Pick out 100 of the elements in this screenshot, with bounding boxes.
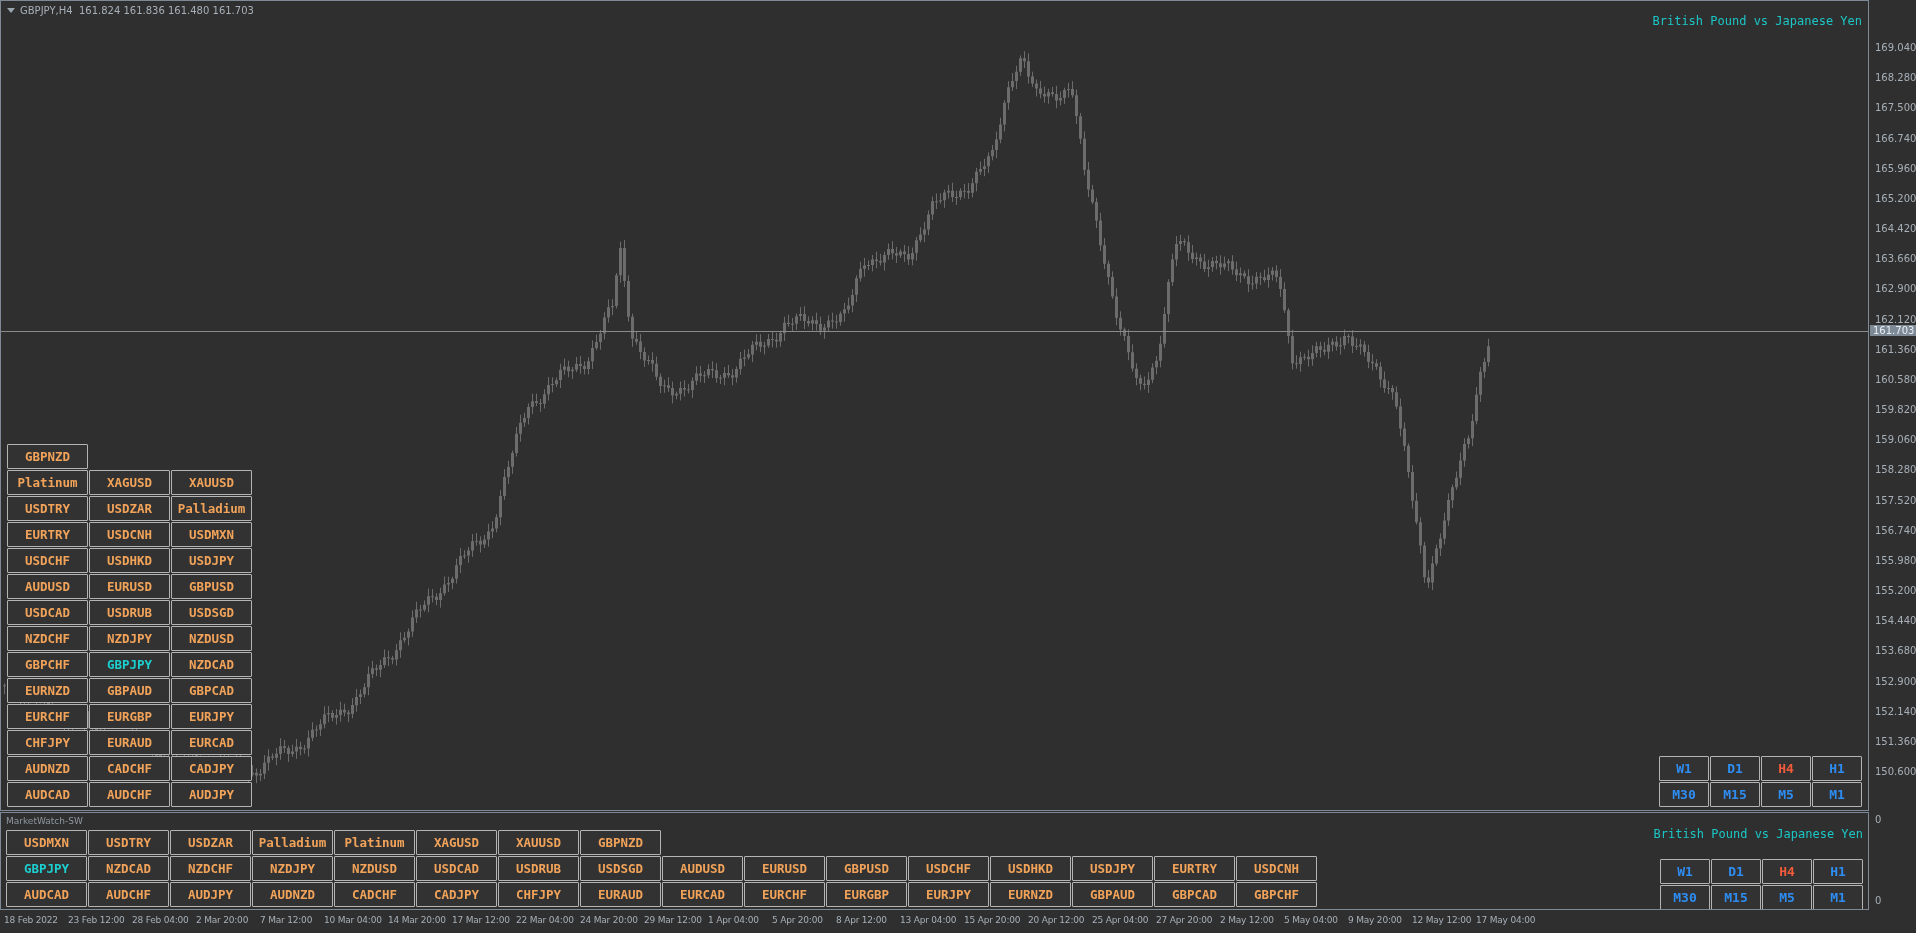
symbol-button[interactable]: USDZAR bbox=[89, 496, 170, 521]
dropdown-icon[interactable] bbox=[7, 8, 15, 13]
symbol-button[interactable]: Platinum bbox=[334, 830, 415, 855]
symbol-button[interactable]: CADCHF bbox=[89, 756, 170, 781]
symbol-button[interactable]: CADCHF bbox=[334, 882, 415, 907]
symbol-button[interactable]: XAUUSD bbox=[171, 470, 252, 495]
symbol-button[interactable]: GBPUSD bbox=[826, 856, 907, 881]
timeframe-button[interactable]: M5 bbox=[1761, 782, 1811, 807]
symbol-button[interactable]: GBPNZD bbox=[7, 444, 88, 469]
timeframe-button[interactable]: M30 bbox=[1660, 885, 1710, 909]
symbol-button[interactable]: Palladium bbox=[252, 830, 333, 855]
symbol-button[interactable]: AUDCAD bbox=[7, 782, 88, 807]
timeframe-button[interactable]: M15 bbox=[1710, 782, 1760, 807]
symbol-button[interactable]: AUDNZD bbox=[7, 756, 88, 781]
symbol-button[interactable]: GBPCHF bbox=[7, 652, 88, 677]
symbol-button[interactable]: AUDUSD bbox=[662, 856, 743, 881]
timeframe-button[interactable]: M5 bbox=[1762, 885, 1812, 909]
symbol-button[interactable]: GBPAUD bbox=[1072, 882, 1153, 907]
symbol-button[interactable]: GBPCAD bbox=[171, 678, 252, 703]
timeframe-button[interactable]: D1 bbox=[1710, 756, 1760, 781]
timeframe-button[interactable]: H4 bbox=[1761, 756, 1811, 781]
symbol-button[interactable]: NZDCHF bbox=[170, 856, 251, 881]
symbol-button[interactable]: XAGUSD bbox=[89, 470, 170, 495]
symbol-button[interactable]: EURCAD bbox=[662, 882, 743, 907]
symbol-button[interactable]: CADJPY bbox=[416, 882, 497, 907]
symbol-button[interactable]: USDCNH bbox=[89, 522, 170, 547]
symbol-button[interactable]: NZDCHF bbox=[7, 626, 88, 651]
symbol-button[interactable]: EURJPY bbox=[171, 704, 252, 729]
timeframe-button[interactable]: W1 bbox=[1659, 756, 1709, 781]
symbol-button[interactable]: USDCHF bbox=[7, 548, 88, 573]
symbol-button[interactable]: CADJPY bbox=[171, 756, 252, 781]
symbol-button[interactable]: USDJPY bbox=[1072, 856, 1153, 881]
timeframe-button[interactable]: H4 bbox=[1762, 859, 1812, 884]
symbol-button[interactable]: CHFJPY bbox=[498, 882, 579, 907]
symbol-button[interactable]: EURJPY bbox=[908, 882, 989, 907]
symbol-button[interactable]: GBPNZD bbox=[580, 830, 661, 855]
symbol-button[interactable]: USDRUB bbox=[89, 600, 170, 625]
symbol-button[interactable]: AUDNZD bbox=[252, 882, 333, 907]
symbol-button[interactable]: AUDJPY bbox=[171, 782, 252, 807]
symbol-button[interactable]: EURUSD bbox=[89, 574, 170, 599]
symbol-button[interactable]: USDMXN bbox=[171, 522, 252, 547]
symbol-button[interactable]: USDSGD bbox=[580, 856, 661, 881]
symbol-button[interactable]: EURGBP bbox=[826, 882, 907, 907]
symbol-button[interactable]: NZDJPY bbox=[89, 626, 170, 651]
symbol-button[interactable]: AUDCHF bbox=[88, 882, 169, 907]
symbol-button[interactable]: Platinum bbox=[7, 470, 88, 495]
symbol-button[interactable]: USDHKD bbox=[990, 856, 1071, 881]
symbol-button[interactable]: CHFJPY bbox=[7, 730, 88, 755]
symbol-button[interactable]: AUDCHF bbox=[89, 782, 170, 807]
symbol-button[interactable]: USDTRY bbox=[7, 496, 88, 521]
symbol-button[interactable]: AUDJPY bbox=[170, 882, 251, 907]
symbol-button[interactable]: NZDJPY bbox=[252, 856, 333, 881]
time-label: 15 Apr 20:00 bbox=[964, 914, 1022, 927]
symbol-button[interactable]: NZDUSD bbox=[334, 856, 415, 881]
symbol-button[interactable]: XAGUSD bbox=[416, 830, 497, 855]
symbol-button[interactable]: XAUUSD bbox=[498, 830, 579, 855]
timeframe-button[interactable]: W1 bbox=[1660, 859, 1710, 884]
symbol-button[interactable]: USDZAR bbox=[170, 830, 251, 855]
symbol-button[interactable]: GBPUSD bbox=[171, 574, 252, 599]
timeframe-button[interactable]: M1 bbox=[1812, 782, 1862, 807]
symbol-button[interactable]: GBPJPY bbox=[89, 652, 170, 677]
symbol-button[interactable]: EURCHF bbox=[744, 882, 825, 907]
axis-label: 0 bbox=[1874, 814, 1883, 825]
symbol-button[interactable]: NZDCAD bbox=[88, 856, 169, 881]
symbol-button[interactable]: AUDCAD bbox=[6, 882, 87, 907]
symbol-button[interactable]: EURCAD bbox=[171, 730, 252, 755]
symbol-button[interactable]: GBPCHF bbox=[1236, 882, 1317, 907]
symbol-button[interactable]: Palladium bbox=[171, 496, 252, 521]
symbol-button[interactable]: NZDUSD bbox=[171, 626, 252, 651]
symbol-button[interactable]: EURTRY bbox=[7, 522, 88, 547]
timeframe-button[interactable]: M1 bbox=[1813, 885, 1863, 909]
symbol-button[interactable]: EURNZD bbox=[990, 882, 1071, 907]
symbol-button[interactable]: USDHKD bbox=[89, 548, 170, 573]
symbol-button[interactable]: USDRUB bbox=[498, 856, 579, 881]
symbol-button[interactable]: EURTRY bbox=[1154, 856, 1235, 881]
symbol-button[interactable]: USDCNH bbox=[1236, 856, 1317, 881]
symbol-button[interactable]: EURNZD bbox=[7, 678, 88, 703]
symbol-button[interactable]: EURCHF bbox=[7, 704, 88, 729]
symbol-button[interactable]: GBPCAD bbox=[1154, 882, 1235, 907]
symbol-button[interactable]: USDCAD bbox=[416, 856, 497, 881]
timeframe-button[interactable]: D1 bbox=[1711, 859, 1761, 884]
symbol-button[interactable]: EURUSD bbox=[744, 856, 825, 881]
symbol-button[interactable]: AUDUSD bbox=[7, 574, 88, 599]
symbol-button[interactable]: GBPAUD bbox=[89, 678, 170, 703]
price-label: 160.580 bbox=[1875, 373, 1916, 385]
timeframe-button[interactable]: M15 bbox=[1711, 885, 1761, 909]
symbol-button[interactable]: USDMXN bbox=[6, 830, 87, 855]
timeframe-button[interactable]: H1 bbox=[1812, 756, 1862, 781]
symbol-button[interactable]: EURAUD bbox=[580, 882, 661, 907]
symbol-button[interactable]: USDCAD bbox=[7, 600, 88, 625]
symbol-button[interactable]: USDTRY bbox=[88, 830, 169, 855]
symbol-button[interactable]: USDCHF bbox=[908, 856, 989, 881]
symbol-button[interactable]: EURGBP bbox=[89, 704, 170, 729]
symbol-button[interactable]: USDSGD bbox=[171, 600, 252, 625]
symbol-button[interactable]: GBPJPY bbox=[6, 856, 87, 881]
symbol-button[interactable]: NZDCAD bbox=[171, 652, 252, 677]
symbol-button[interactable]: USDJPY bbox=[171, 548, 252, 573]
symbol-button[interactable]: EURAUD bbox=[89, 730, 170, 755]
timeframe-button[interactable]: M30 bbox=[1659, 782, 1709, 807]
timeframe-button[interactable]: H1 bbox=[1813, 859, 1863, 884]
